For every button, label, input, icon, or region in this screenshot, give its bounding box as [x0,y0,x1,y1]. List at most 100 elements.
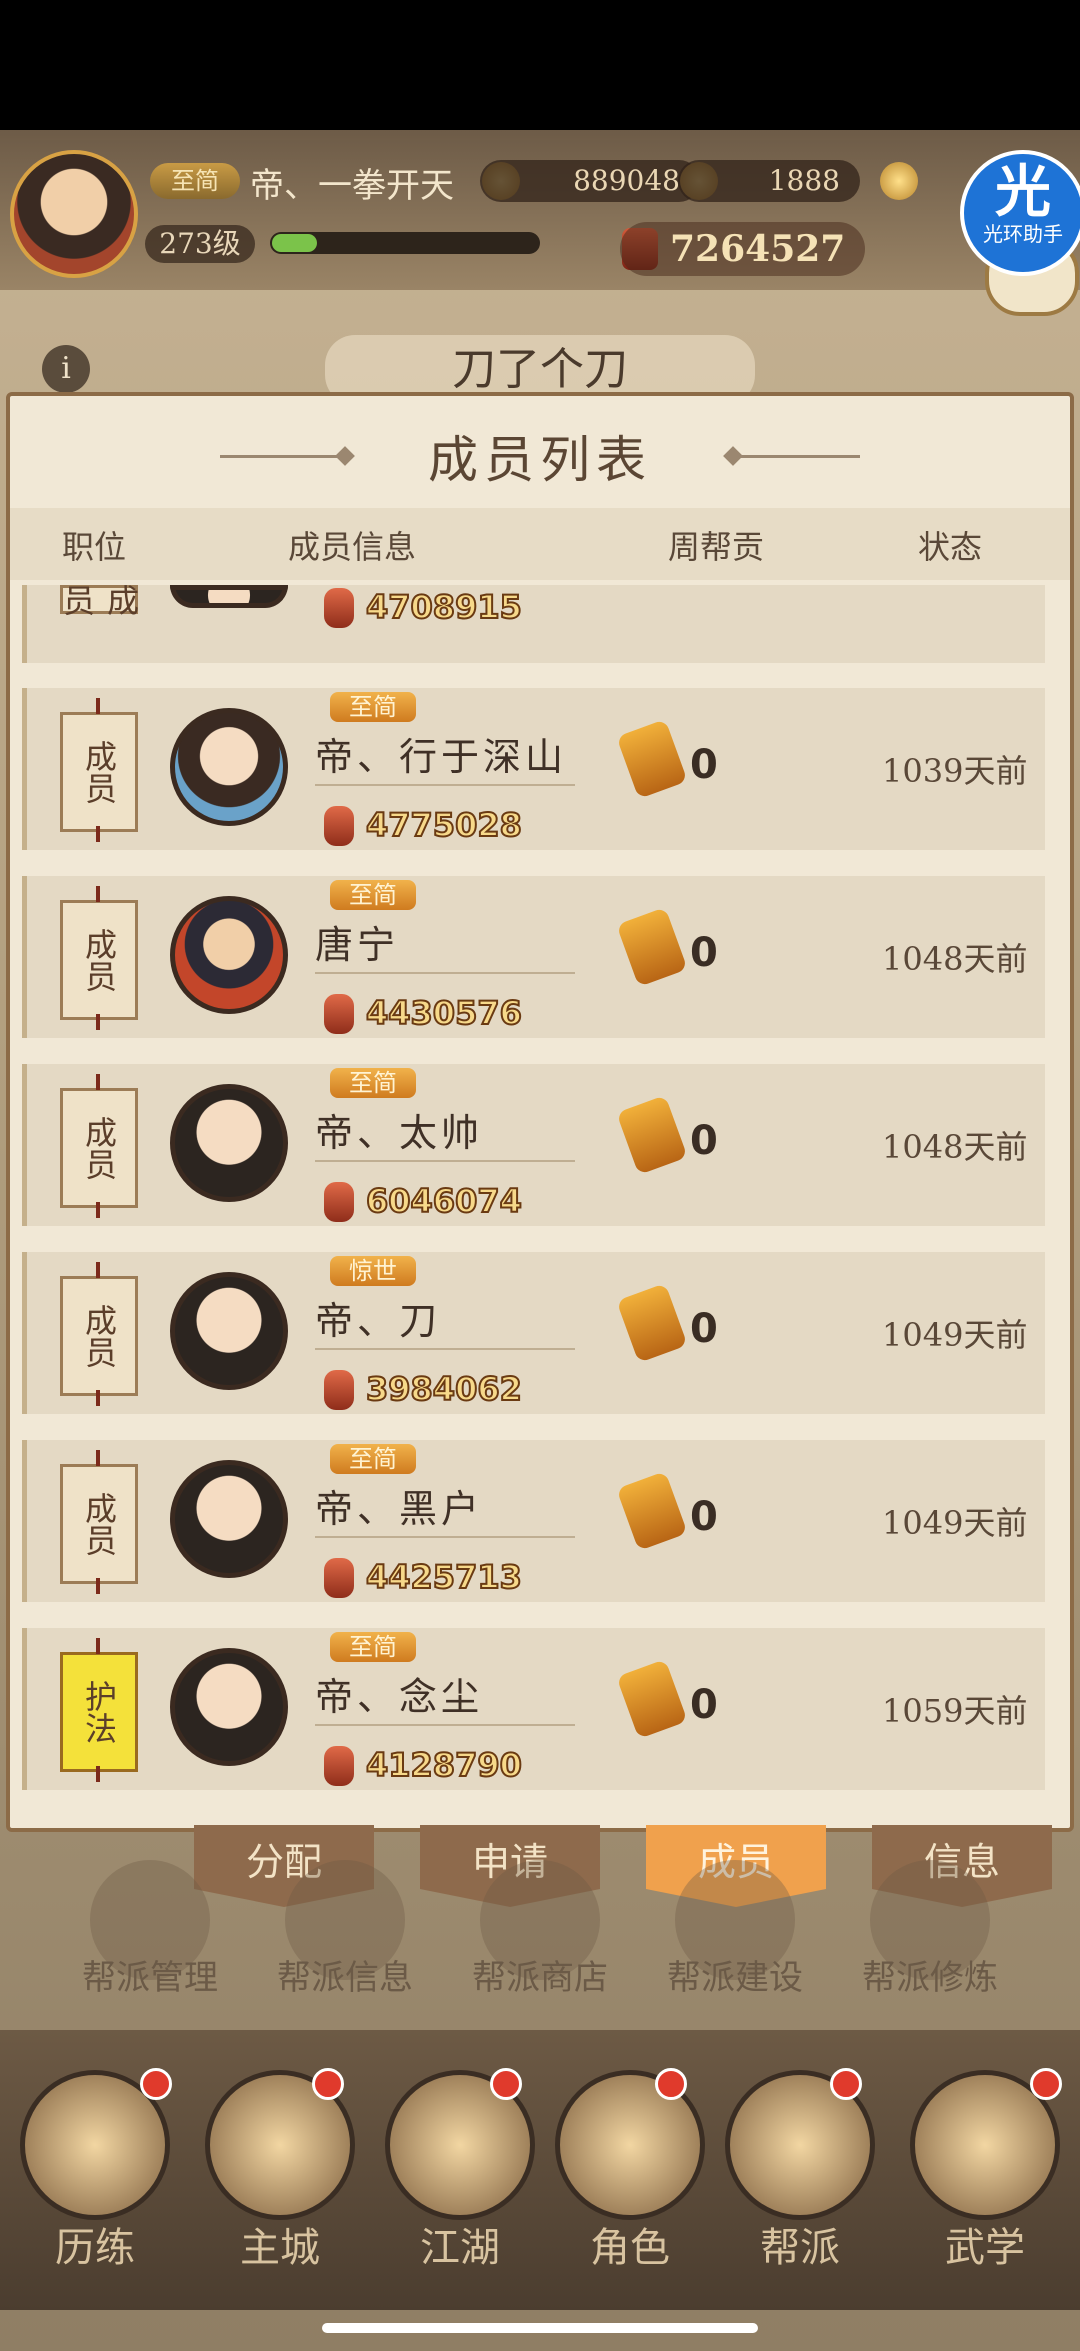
member-name: 帝、念尘 [315,1675,484,1719]
guild-manage-button[interactable]: 帮派管理 [60,1950,240,1999]
assistant-float-button[interactable]: 光 光环助手 [960,150,1080,276]
player-hud [0,130,1080,290]
table-header [10,508,1070,580]
player-name: 帝、一拳开天 [250,166,454,206]
player-avatar[interactable] [10,150,138,278]
coin-count: 889048 [480,160,700,202]
guild-cultivate-button[interactable]: 帮派修炼 [840,1950,1020,1999]
nav-character-badge [655,2068,687,2100]
member-power: 4775028 [365,805,523,845]
member-last-online: 1048天前 [882,1128,1028,1166]
position-tag-cord-top [96,1450,100,1466]
player-level: 273级 [145,225,255,263]
member-power-icon [324,1370,354,1410]
player-power: 7264527 [620,222,866,276]
member-power: 6046074 [365,1181,523,1221]
column-position: 职位 [62,528,127,566]
member-avatar[interactable] [170,896,288,1014]
info-icon[interactable]: i [42,345,90,393]
position-tag-cord-bottom [96,1578,100,1594]
member-rank-badge: 至简 [330,880,416,910]
member-last-online: 1049天前 [882,1316,1028,1354]
position-tag-cord-bottom [96,1766,100,1782]
nav-city[interactable]: 主城 [200,2215,360,2273]
nav-city-badge [312,2068,344,2100]
member-name: 帝、行于深山 [315,735,568,779]
gold-ingot-icon [880,162,918,200]
player-rank-badge: 至简 [150,163,240,199]
member-power-icon [324,1558,354,1598]
member-weekly-contribution: 0 [690,1682,718,1728]
member-last-online: 1049天前 [882,1504,1028,1542]
member-position-tag: 护法 [60,1652,138,1772]
position-tag-cord-bottom [96,1390,100,1406]
nav-training[interactable]: 历练 [15,2215,175,2273]
nav-jianghu-badge [490,2068,522,2100]
panel-title: 成员列表 [428,431,652,489]
position-tag-cord-bottom [96,1202,100,1218]
member-power-icon [324,806,354,846]
status-bar [0,0,1080,130]
guild-info-button[interactable]: 帮派信息 [255,1950,435,1999]
member-avatar[interactable] [170,585,288,608]
member-position-tag: 成员 [60,1088,138,1208]
member-last-online: 1048天前 [882,940,1028,978]
member-avatar[interactable] [170,708,288,826]
position-tag-cord-top [96,886,100,902]
nav-training-badge [140,2068,172,2100]
member-avatar[interactable] [170,1648,288,1766]
member-weekly-contribution: 0 [690,1494,718,1540]
member-name: 帝、黑户 [315,1487,484,1531]
member-name: 唐宁 [315,923,400,967]
home-indicator [322,2323,758,2333]
member-position-tag: 成员 [60,712,138,832]
member-avatar[interactable] [170,1084,288,1202]
member-position-tag: 成员 [58,583,140,616]
member-power: 4430576 [365,993,523,1033]
position-tag-cord-top [96,1638,100,1654]
member-position-tag: 成员 [60,900,138,1020]
member-weekly-contribution: 0 [690,1118,718,1164]
assistant-label: 光环助手 [983,222,1063,246]
member-power: 4128790 [365,1745,523,1785]
member-name: 帝、刀 [315,1299,442,1343]
position-tag-cord-top [96,1074,100,1090]
member-name-underline [315,784,575,786]
position-tag-cord-bottom [96,826,100,842]
nav-jianghu[interactable]: 江湖 [380,2215,540,2273]
member-name-underline [315,972,575,974]
nav-martial[interactable]: 武学 [905,2215,1065,2273]
member-weekly-contribution: 0 [690,930,718,976]
ingot-count: 1888 [678,160,860,202]
member-rank-badge: 至简 [330,1444,416,1474]
xp-bar-fill [272,234,317,252]
nav-guild[interactable]: 帮派 [720,2215,880,2273]
member-avatar[interactable] [170,1460,288,1578]
member-name-underline [315,1160,575,1162]
member-power: 3984062 [365,1369,523,1409]
position-tag-cord-top [96,698,100,714]
member-avatar[interactable] [170,1272,288,1390]
column-status: 状态 [918,528,983,566]
assistant-badge: 光 [995,159,1051,225]
position-tag-cord-top [96,1262,100,1278]
member-weekly-contribution: 0 [690,1306,718,1352]
nav-character[interactable]: 角色 [550,2215,710,2273]
nav-martial-badge [1030,2068,1062,2100]
column-weekly-contribution: 周帮贡 [668,528,765,566]
nav-guild-badge [830,2068,862,2100]
member-rank-badge: 至简 [330,1068,416,1098]
member-rank-badge: 惊世 [330,1256,416,1286]
member-name: 帝、太帅 [315,1111,484,1155]
column-member-info: 成员信息 [288,528,417,566]
member-power-icon [324,1746,354,1786]
guild-shop-button[interactable]: 帮派商店 [450,1950,630,1999]
member-last-online: 1039天前 [882,752,1028,790]
member-name-underline [315,1536,575,1538]
member-name-underline [315,1348,575,1350]
member-power-icon [324,994,354,1034]
member-power: 4425713 [365,1557,523,1597]
member-power: 4708915 [365,587,523,627]
member-position-tag: 成员 [60,1276,138,1396]
guild-build-button[interactable]: 帮派建设 [645,1950,825,1999]
